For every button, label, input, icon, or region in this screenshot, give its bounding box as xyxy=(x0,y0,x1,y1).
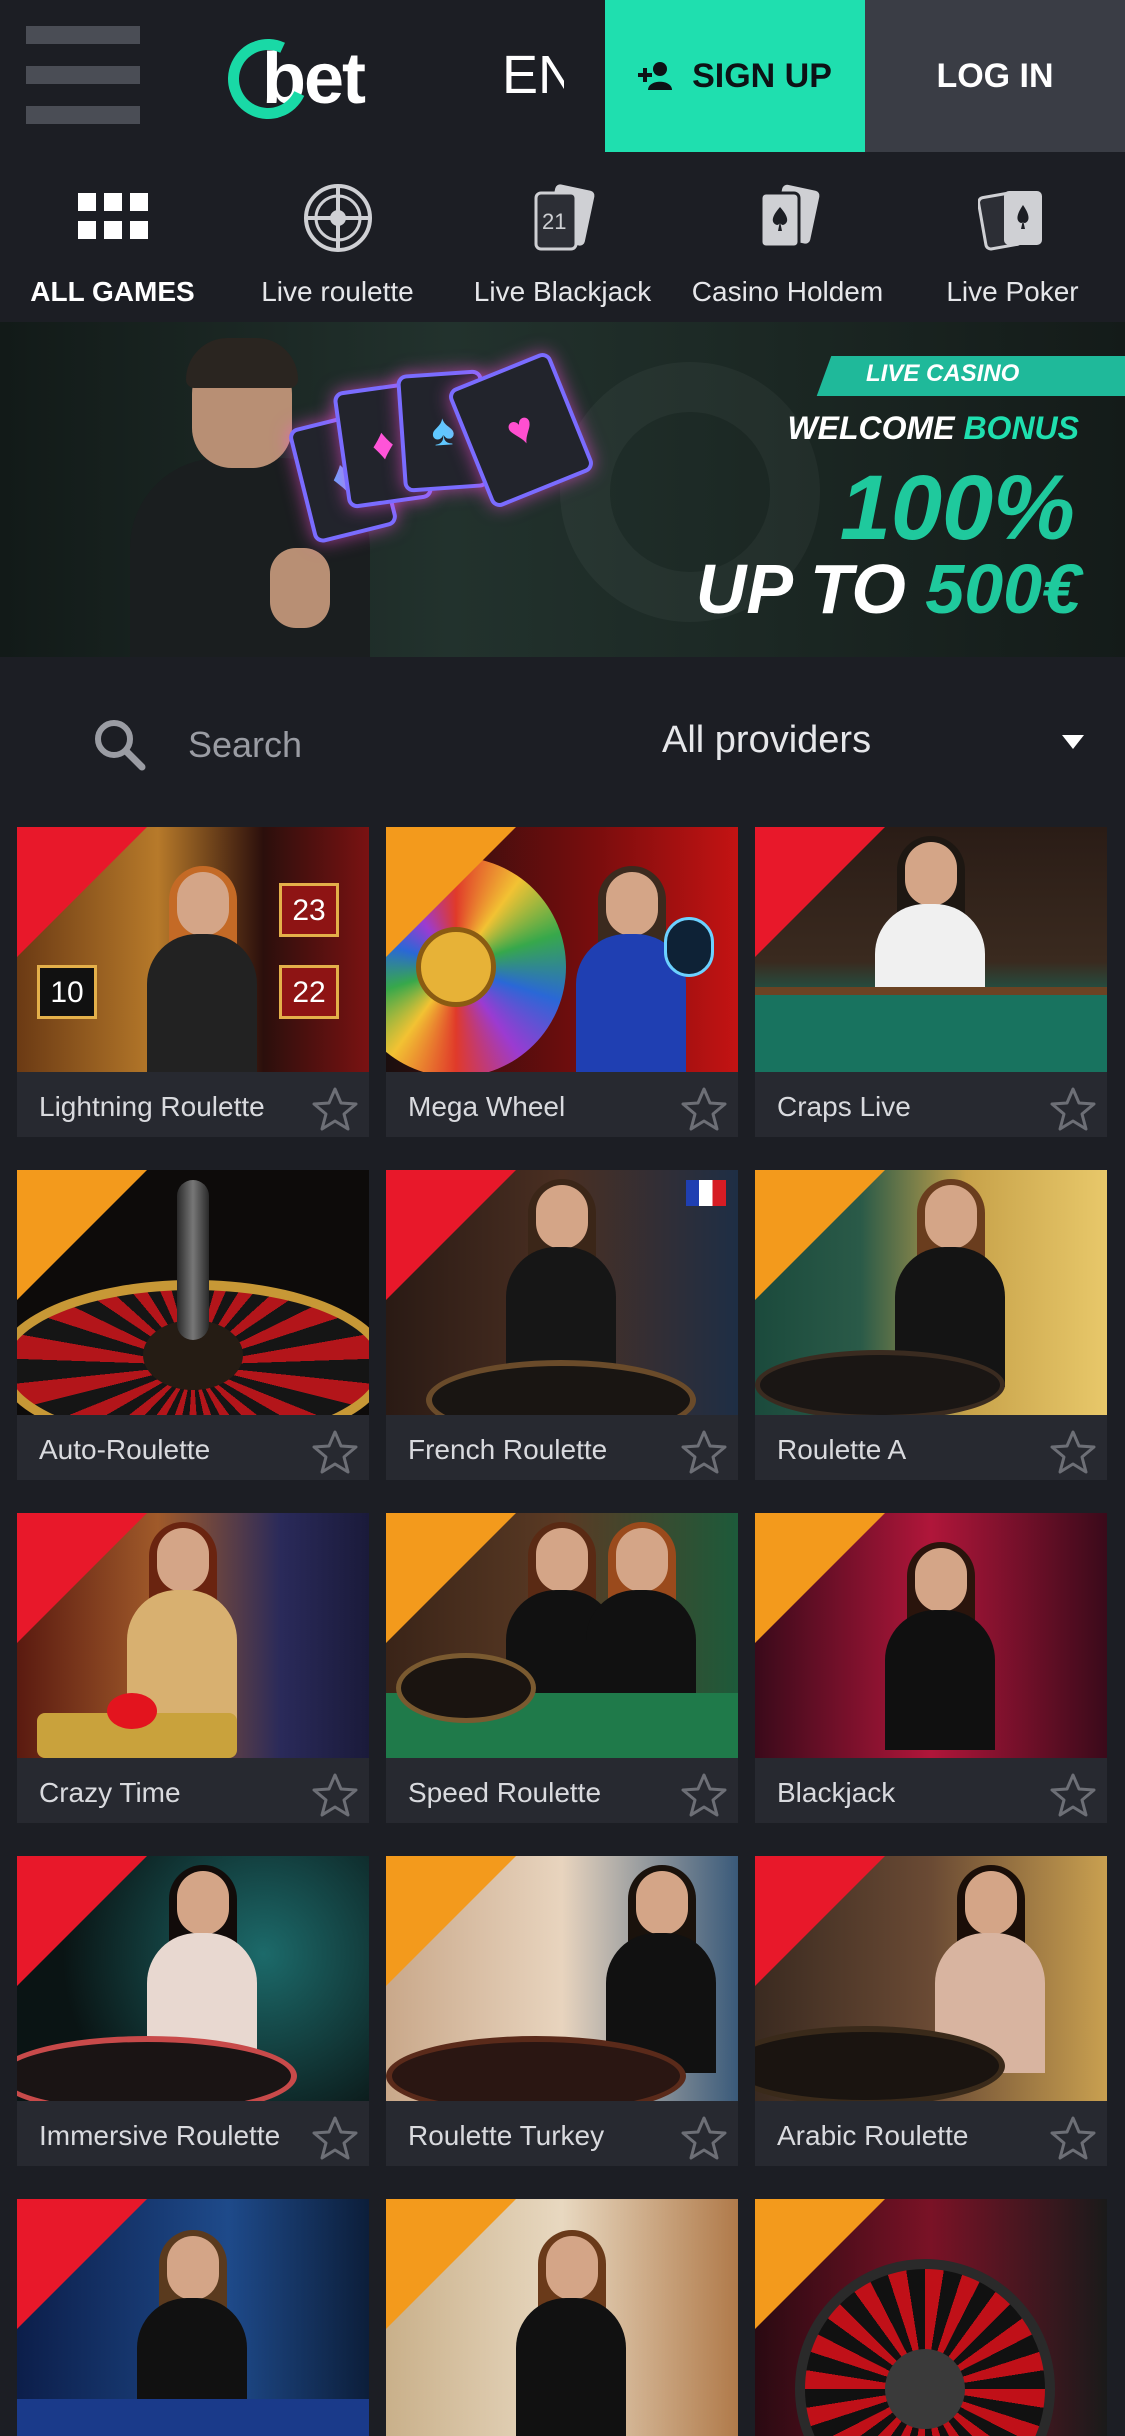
tab-live-roulette[interactable]: Live roulette xyxy=(225,152,450,322)
top-header: bet EN SIGN UP LOG IN xyxy=(0,0,1125,152)
tab-live-poker[interactable]: Live Poker xyxy=(900,152,1125,322)
game-name: Roulette Turkey xyxy=(408,2120,605,2151)
favorite-star-icon[interactable] xyxy=(1049,1428,1097,1476)
favorite-star-icon[interactable] xyxy=(311,2114,359,2162)
game-tile[interactable]: Roulette Turkey xyxy=(386,1856,738,2166)
login-button[interactable]: LOG IN xyxy=(865,0,1125,152)
blackjack-cards-icon: 21 xyxy=(523,178,603,258)
game-name: Speed Roulette xyxy=(408,1777,602,1808)
game-tile[interactable]: Crazy Time xyxy=(17,1513,369,1823)
game-tile[interactable]: 23 22 10 Lightning Roulette xyxy=(17,827,369,1137)
game-name: Arabic Roulette xyxy=(777,2120,969,2151)
game-name: Roulette A xyxy=(777,1434,907,1465)
tab-label: Casino Holdem xyxy=(691,276,884,307)
game-thumbnail xyxy=(17,1856,369,2101)
favorite-star-icon[interactable] xyxy=(680,1085,728,1133)
game-tile[interactable] xyxy=(386,2199,738,2436)
game-tile[interactable]: Blackjack xyxy=(755,1513,1107,1823)
favorite-star-icon[interactable] xyxy=(680,2114,728,2162)
favorite-star-icon[interactable] xyxy=(680,1428,728,1476)
banner-welcome: WELCOME BONUS xyxy=(787,410,1079,447)
search-icon xyxy=(95,720,146,771)
signup-button[interactable]: SIGN UP xyxy=(605,0,865,152)
favorite-star-icon[interactable] xyxy=(311,1428,359,1476)
svg-text:21: 21 xyxy=(542,209,566,234)
game-thumbnail xyxy=(755,1513,1107,1758)
grid-icon xyxy=(73,178,153,258)
banner-upto: UP TO 500€ xyxy=(696,554,1081,624)
game-tile[interactable]: Mega Wheel xyxy=(386,827,738,1137)
favorite-star-icon[interactable] xyxy=(680,1771,728,1819)
banner-percent: 100% xyxy=(839,457,1075,559)
tab-label: ALL GAMES xyxy=(30,276,195,307)
game-tile[interactable]: Immersive Roulette xyxy=(17,1856,369,2166)
game-thumbnail xyxy=(755,827,1107,1072)
menu-icon[interactable] xyxy=(26,26,140,126)
login-label: LOG IN xyxy=(936,56,1054,95)
game-name: Crazy Time xyxy=(39,1777,181,1808)
game-thumbnail xyxy=(386,1513,738,1758)
tab-all-games[interactable]: ALL GAMES xyxy=(0,152,225,322)
game-thumbnail xyxy=(386,1856,738,2101)
favorite-star-icon[interactable] xyxy=(311,1771,359,1819)
filter-bar: Search All providers xyxy=(0,657,1125,827)
game-name: Immersive Roulette xyxy=(39,2120,281,2151)
game-tile[interactable]: Arabic Roulette xyxy=(755,1856,1107,2166)
tab-casino-holdem[interactable]: Casino Holdem xyxy=(675,152,900,322)
banner-ribbon: LIVE CASINO xyxy=(866,360,1020,387)
brand-logo[interactable]: bet xyxy=(216,27,366,131)
game-tile[interactable]: Craps Live xyxy=(755,827,1107,1137)
game-tile[interactable]: Speed Roulette xyxy=(386,1513,738,1823)
welcome-text: WELCOME xyxy=(787,410,955,446)
game-thumbnail xyxy=(755,1170,1107,1415)
game-name: Auto-Roulette xyxy=(39,1434,211,1465)
game-thumbnail xyxy=(17,1170,369,1415)
favorite-star-icon[interactable] xyxy=(1049,1085,1097,1133)
favorite-star-icon[interactable] xyxy=(1049,1771,1097,1819)
amount-text: 500€ xyxy=(925,550,1081,628)
game-tile[interactable]: Auto-Roulette xyxy=(17,1170,369,1480)
game-thumbnail xyxy=(755,2199,1107,2436)
game-thumbnail xyxy=(755,1856,1107,2101)
game-thumbnail xyxy=(17,1513,369,1758)
upto-text: UP TO xyxy=(695,550,906,628)
game-name: Craps Live xyxy=(777,1091,911,1122)
category-nav: ALL GAMES Live roulette 21 Live Blackjac… xyxy=(0,152,1125,322)
language-selector[interactable]: EN xyxy=(502,44,564,106)
promo-banner[interactable]: ♦ ♦ ♠ ♥ LIVE CASINO WELCOME BONUS 100% U… xyxy=(0,322,1125,657)
game-name: Blackjack xyxy=(777,1777,896,1808)
game-tile[interactable] xyxy=(755,2199,1107,2436)
holdem-cards-icon xyxy=(748,178,828,258)
game-name: Lightning Roulette xyxy=(39,1091,265,1122)
game-tile[interactable]: French Roulette xyxy=(386,1170,738,1480)
chevron-down-icon[interactable] xyxy=(1062,735,1084,749)
tab-label: Live Blackjack xyxy=(473,276,652,307)
game-name: Mega Wheel xyxy=(408,1091,566,1122)
poker-cards-icon xyxy=(973,178,1053,258)
tab-label: Live Poker xyxy=(946,276,1079,307)
game-tile[interactable] xyxy=(17,2199,369,2436)
game-tile[interactable]: Roulette A xyxy=(755,1170,1107,1480)
bonus-text: BONUS xyxy=(963,410,1079,446)
search-placeholder: Search xyxy=(188,724,303,765)
game-thumbnail: 23 22 10 xyxy=(17,827,369,1072)
tab-live-blackjack[interactable]: 21 Live Blackjack xyxy=(450,152,675,322)
favorite-star-icon[interactable] xyxy=(311,1085,359,1133)
search-input[interactable]: Search xyxy=(92,717,302,773)
game-thumbnail xyxy=(386,2199,738,2436)
tab-label: Live roulette xyxy=(261,276,414,307)
game-thumbnail xyxy=(17,2199,369,2436)
signup-label: SIGN UP xyxy=(692,56,832,95)
add-user-icon xyxy=(638,62,673,90)
game-thumbnail xyxy=(386,827,738,1072)
game-thumbnail xyxy=(386,1170,738,1415)
favorite-star-icon[interactable] xyxy=(1049,2114,1097,2162)
provider-select[interactable]: All providers xyxy=(662,719,871,762)
game-name: French Roulette xyxy=(408,1434,608,1465)
roulette-wheel-icon xyxy=(298,178,378,258)
